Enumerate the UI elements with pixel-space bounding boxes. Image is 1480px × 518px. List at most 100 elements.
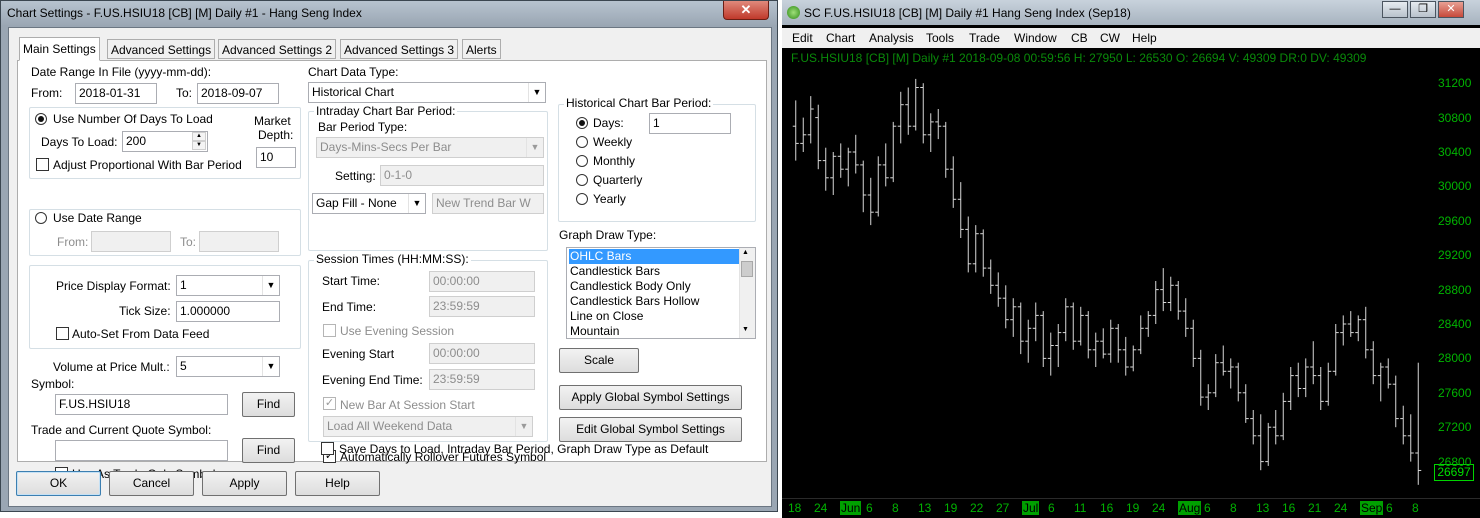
use-days-radio[interactable]	[35, 113, 47, 125]
quarterly-radio[interactable]	[576, 174, 588, 186]
ohlc-bar	[1242, 384, 1249, 423]
list-item[interactable]: Mountain	[569, 324, 739, 338]
monthly-label: Monthly	[593, 154, 636, 168]
trade-symbol-find-button[interactable]: Find	[242, 438, 295, 463]
menu-cb[interactable]: CB	[1071, 31, 1088, 45]
ohlc-bar	[1145, 311, 1152, 337]
close-icon[interactable]: ✕	[1438, 1, 1464, 18]
trade-symbol-field[interactable]	[55, 440, 228, 461]
apply-button[interactable]: Apply	[202, 471, 287, 496]
scroll-thumb[interactable]	[741, 261, 753, 277]
ohlc-bar	[1137, 315, 1144, 355]
spin-down-icon[interactable]: ▼	[192, 141, 206, 150]
ohlc-bar	[1235, 362, 1242, 402]
ohlc-bar	[1017, 302, 1024, 355]
tab-advanced-settings[interactable]: Advanced Settings	[107, 39, 216, 59]
chevron-down-icon: ▼	[526, 138, 543, 157]
list-item[interactable]: Candlestick Bars	[569, 264, 739, 279]
ohlc-bar	[1287, 367, 1294, 410]
tab-main-settings[interactable]: Main Settings	[19, 37, 100, 61]
yearly-radio[interactable]	[576, 193, 588, 205]
price-format-select[interactable]: 1 ▼	[176, 275, 280, 296]
restore-icon[interactable]: ❐	[1410, 1, 1436, 18]
price-format-label: Price Display Format:	[56, 279, 171, 293]
save-default-checkbox[interactable]	[321, 442, 334, 455]
tick-size-field[interactable]: 1.000000	[176, 301, 280, 322]
price-tick-label: 28800	[1438, 282, 1472, 297]
monthly-radio[interactable]	[576, 155, 588, 167]
menu-analysis[interactable]: Analysis	[869, 31, 914, 45]
from-date-field[interactable]: 2018-01-31	[75, 83, 157, 104]
menu-edit[interactable]: Edit	[792, 31, 813, 45]
list-item[interactable]: Line on Close	[569, 309, 739, 324]
bar-period-type-label: Bar Period Type:	[318, 120, 408, 134]
help-button[interactable]: Help	[295, 471, 380, 496]
list-item[interactable]: Candlestick Body Only	[569, 279, 739, 294]
range-from-field	[91, 231, 171, 252]
days-radio[interactable]	[576, 117, 588, 129]
list-item[interactable]: OHLC Bars	[569, 249, 739, 264]
ok-button[interactable]: OK	[16, 471, 101, 496]
market-depth-field[interactable]: 10	[256, 147, 296, 168]
price-tick-label: 27200	[1438, 420, 1472, 435]
symbol-find-button[interactable]: Find	[242, 392, 295, 417]
dialog-titlebar[interactable]: Chart Settings - F.US.HSIU18 [CB] [M] Da…	[1, 1, 777, 26]
scroll-up-icon[interactable]: ▲	[742, 249, 749, 256]
menu-window[interactable]: Window	[1014, 31, 1057, 45]
volume-mult-select[interactable]: 5 ▼	[176, 356, 280, 377]
adjust-proportional-checkbox[interactable]	[36, 158, 49, 171]
tab-alerts[interactable]: Alerts	[462, 39, 501, 59]
autoset-checkbox[interactable]	[56, 327, 69, 340]
end-time-label: End Time:	[322, 300, 377, 314]
scroll-down-icon[interactable]: ▼	[742, 326, 749, 333]
evening-start-label: Evening Start	[322, 347, 395, 361]
ohlc-bar	[1062, 298, 1069, 342]
ohlc-bar	[1227, 358, 1234, 389]
to-date-field[interactable]: 2018-09-07	[197, 83, 279, 104]
tab-advanced-settings-2[interactable]: Advanced Settings 2	[218, 39, 337, 59]
ohlc-bar	[912, 78, 919, 131]
close-icon[interactable]: ✕	[723, 1, 769, 20]
range-from-label: From:	[57, 235, 89, 249]
chart-window: SC F.US.HSIU18 [CB] [M] Daily #1 Hang Se…	[782, 0, 1480, 518]
list-scrollbar[interactable]: ▲ ▼	[739, 248, 755, 338]
days-period-field[interactable]: 1	[649, 113, 731, 134]
chart-titlebar[interactable]: SC F.US.HSIU18 [CB] [M] Daily #1 Hang Se…	[782, 0, 1480, 25]
price-chart[interactable]	[782, 48, 1480, 518]
use-date-range-radio[interactable]	[35, 212, 47, 224]
menu-help[interactable]: Help	[1132, 31, 1157, 45]
date-tick-label: 18	[788, 501, 802, 515]
graph-draw-type-list[interactable]: OHLC Bars Candlestick Bars Candlestick B…	[566, 247, 756, 339]
date-tick-label: 24	[1334, 501, 1348, 515]
ohlc-bar	[897, 91, 904, 144]
chart-data-type-select[interactable]: Historical Chart ▼	[308, 82, 546, 103]
apply-global-settings-button[interactable]: Apply Global Symbol Settings	[559, 385, 742, 410]
ohlc-bar	[1257, 414, 1264, 471]
weekly-radio[interactable]	[576, 136, 588, 148]
cancel-button[interactable]: Cancel	[109, 471, 194, 496]
menu-trade[interactable]: Trade	[969, 31, 1000, 45]
menu-chart[interactable]: Chart	[826, 31, 855, 45]
ohlc-bar	[942, 121, 949, 178]
scale-button[interactable]: Scale	[559, 348, 639, 373]
spin-up-icon[interactable]: ▲	[192, 132, 206, 141]
tab-advanced-settings-3[interactable]: Advanced Settings 3	[340, 39, 459, 59]
list-item[interactable]: Candlestick Bars Hollow	[569, 294, 739, 309]
chart-status-line: F.US.HSIU18 [CB] [M] Daily #1 2018-09-08…	[791, 51, 1367, 65]
ohlc-bar	[1182, 298, 1189, 337]
minimize-icon[interactable]: —	[1382, 1, 1408, 18]
menu-tools[interactable]: Tools	[926, 31, 954, 45]
new-trend-bar-value: New Trend Bar W	[436, 196, 531, 210]
menu-cw[interactable]: CW	[1100, 31, 1120, 45]
date-tick-label: 24	[1152, 501, 1166, 515]
ohlc-bar	[905, 87, 912, 135]
edit-global-settings-button[interactable]: Edit Global Symbol Settings	[559, 417, 742, 442]
gap-fill-select[interactable]: Gap Fill - None ▼	[312, 193, 426, 214]
session-times-title: Session Times (HH:MM:SS):	[314, 252, 471, 266]
ohlc-bar	[1310, 341, 1317, 385]
ohlc-bar	[1130, 345, 1137, 372]
ohlc-bar	[1212, 354, 1219, 398]
ohlc-bar	[807, 96, 814, 144]
evening-end-field: 23:59:59	[429, 369, 535, 390]
symbol-field[interactable]: F.US.HSIU18	[55, 394, 228, 415]
